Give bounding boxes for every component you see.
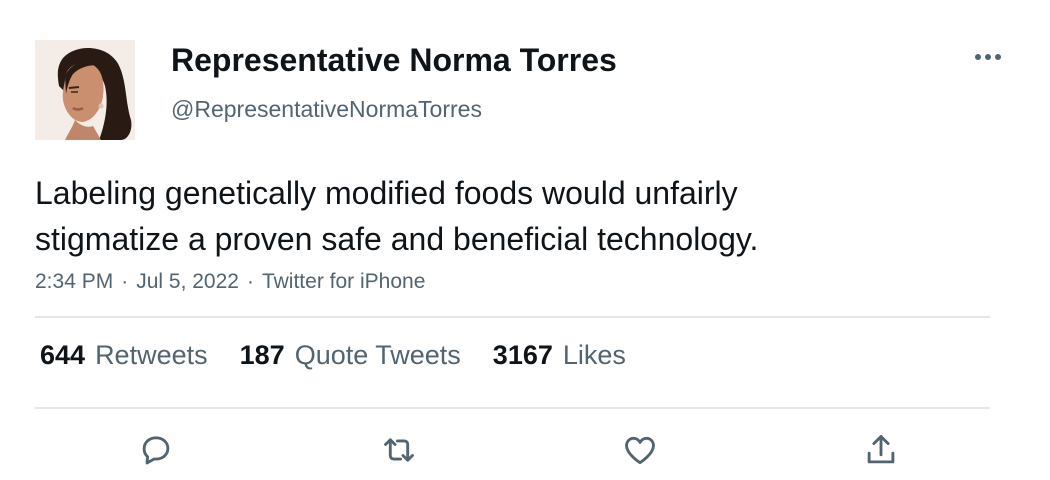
more-options-button[interactable] xyxy=(966,40,1010,74)
likes-label: Likes xyxy=(562,340,626,370)
retweets-label: Retweets xyxy=(95,340,208,370)
share-button[interactable] xyxy=(859,428,903,472)
divider-bottom xyxy=(35,407,990,409)
quote-tweets-stat[interactable]: 187 Quote Tweets xyxy=(240,340,461,371)
reply-icon xyxy=(142,436,170,465)
tweet-source[interactable]: Twitter for iPhone xyxy=(262,270,425,293)
divider-top xyxy=(35,316,990,318)
tweet-date[interactable]: Jul 5, 2022 xyxy=(136,270,239,293)
like-button[interactable] xyxy=(618,428,662,472)
likes-stat[interactable]: 3167 Likes xyxy=(493,340,626,371)
retweet-button[interactable] xyxy=(377,428,421,472)
more-dots-icon xyxy=(975,54,1001,60)
user-handle[interactable]: @RepresentativeNormaTorres xyxy=(171,96,482,123)
avatar[interactable] xyxy=(35,40,135,140)
retweets-count: 644 xyxy=(40,340,86,370)
meta-separator: · xyxy=(246,270,254,293)
tweet-stats: 644 Retweets 187 Quote Tweets 3167 Likes xyxy=(40,340,626,371)
retweets-stat[interactable]: 644 Retweets xyxy=(40,340,208,371)
tweet-meta: 2:34 PM · Jul 5, 2022 · Twitter for iPhone xyxy=(35,270,425,294)
display-name[interactable]: Representative Norma Torres xyxy=(171,42,617,79)
meta-separator: · xyxy=(121,270,129,293)
tweet-time[interactable]: 2:34 PM xyxy=(35,270,113,293)
tweet-text: Labeling genetically modified foods woul… xyxy=(35,175,759,257)
quote-tweets-label: Quote Tweets xyxy=(294,340,461,370)
quote-tweets-count: 187 xyxy=(239,340,285,370)
reply-button[interactable] xyxy=(134,428,178,472)
likes-count: 3167 xyxy=(492,340,553,370)
like-icon xyxy=(625,436,655,465)
profile-photo-icon xyxy=(35,40,135,140)
retweet-icon xyxy=(384,438,414,462)
share-icon xyxy=(867,435,895,464)
